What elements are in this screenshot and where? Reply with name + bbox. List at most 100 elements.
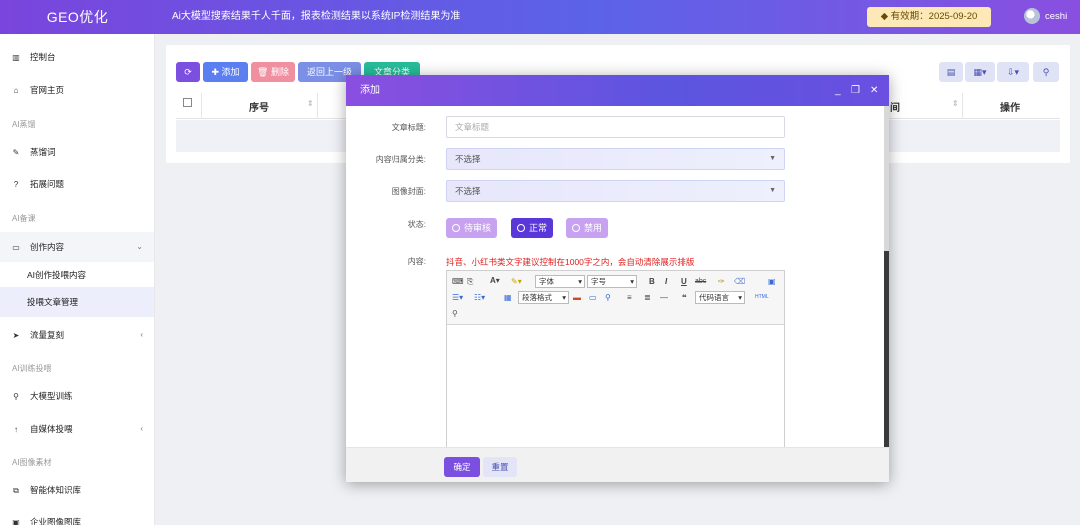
minimize-icon[interactable]: _ (835, 75, 841, 106)
sidebar-item-model-training[interactable]: ⚲ 大模型训练 (0, 381, 154, 411)
scrollbar-thumb[interactable] (884, 106, 889, 251)
category-select[interactable]: 不选择 ▼ (446, 148, 785, 170)
cover-select[interactable]: 不选择 ▼ (446, 180, 785, 202)
sidebar-group-prepare: AI备课 (12, 214, 36, 223)
search-icon: ⚲ (13, 392, 19, 401)
title-label: 文章标题: (391, 123, 426, 132)
paragraph-select[interactable]: 段落格式 ▾ (518, 291, 569, 304)
html-icon[interactable]: HTML (755, 291, 769, 304)
export-button[interactable]: ⇩▾ (997, 62, 1029, 82)
delete-button[interactable]: 🗑 删除 (251, 62, 295, 82)
underline-icon[interactable]: U (681, 275, 687, 288)
attachment-icon[interactable]: ⚲ (605, 291, 611, 304)
quote-icon[interactable]: ❝ (682, 291, 687, 304)
rich-text-editor[interactable]: ⌨ ⎘ A▾ ✎▾ 字体 ▾ 字号 ▾ B I U abc ✑ ⌫ ▣ ☰▾ ☷▾ … (446, 270, 785, 455)
sidebar-item-label: 企业图像图库 (30, 517, 82, 525)
add-button[interactable]: ✚ 添加 (203, 62, 248, 82)
strikethrough-icon[interactable]: abc (695, 275, 706, 288)
font-size-value: 字号 (591, 277, 606, 286)
sidebar-item-label: 蒸馏词 (30, 147, 56, 157)
italic-icon[interactable]: I (665, 275, 667, 288)
sidebar-item-traffic-copy[interactable]: ➤ 流量复刻 ‹ (0, 320, 154, 350)
align-center-icon[interactable]: ≣ (644, 291, 651, 304)
sidebar-item-distill-words[interactable]: ✎ 蒸馏词 (0, 137, 154, 167)
top-bar: GEO优化 Ai大模型搜索结果千人千面，报表检测结果以系统IP检测结果为准 ◆ … (0, 0, 1080, 34)
sidebar-item-dashboard[interactable]: ▥ 控制台 (0, 42, 154, 72)
paste-icon[interactable]: ⎘ (467, 275, 473, 288)
sidebar-group-images: AI图像素材 (12, 458, 52, 467)
radio-label: 禁用 (584, 223, 603, 233)
sort-icon[interactable]: ⇕ (307, 99, 314, 108)
send-icon: ➤ (12, 331, 20, 340)
select-all-checkbox[interactable] (183, 98, 192, 107)
radio-dot (517, 224, 525, 232)
title-input[interactable]: 文章标题 (446, 116, 785, 138)
brand-logo[interactable]: GEO优化 (0, 0, 155, 34)
home-icon: ⌂ (13, 86, 19, 95)
sidebar-item-label: 自媒体投喂 (30, 424, 73, 434)
sidebar-item-homepage[interactable]: ⌂ 官网主页 (0, 75, 154, 105)
sidebar-item-feed-articles[interactable]: 投喂文章管理 (0, 287, 154, 317)
align-left-icon[interactable]: ≡ (627, 291, 632, 304)
sidebar-item-label: 官网主页 (30, 85, 65, 95)
font-family-select[interactable]: 字体 ▾ (535, 275, 585, 288)
close-icon[interactable]: ✕ (870, 75, 878, 106)
cover-label: 图像封面: (391, 187, 426, 196)
refresh-button[interactable]: ⟳ (176, 62, 200, 82)
bold-icon[interactable]: B (649, 275, 655, 288)
sidebar-item-create-content[interactable]: ▭ 创作内容 ⌄ (0, 232, 154, 262)
column-header-time[interactable]: 间 (890, 99, 900, 114)
add-article-modal: 添加 _ ❐ ✕ 文章标题: 文章标题 内容归属分类: 不选择 ▼ 图像封面: 不… (346, 75, 889, 482)
diamond-icon: ◆ (880, 11, 891, 22)
code-language-value: 代码语言 (699, 293, 729, 302)
column-divider (962, 93, 963, 119)
font-color-icon[interactable]: A▾ (490, 274, 500, 287)
preview-icon[interactable]: ▣ (768, 275, 776, 288)
list-icon: ▤ (946, 67, 956, 77)
chevron-left-icon: ‹ (140, 424, 143, 433)
category-select-value: 不选择 (455, 154, 481, 164)
search-button[interactable]: ⚲ (1033, 62, 1059, 82)
status-radio-normal[interactable]: 正常 (511, 218, 554, 238)
cover-select-value: 不选择 (455, 186, 481, 196)
expiry-badge: ◆ 有效期：2025-09-20 (867, 7, 991, 27)
modal-scrollbar[interactable] (884, 106, 889, 447)
sidebar: ▥ 控制台 ⌂ 官网主页 AI蒸馏 ✎ 蒸馏词 ? 拓展问题 AI备课 ▭ 创作内容 ⌄ A… (0, 34, 155, 525)
content-label: 内容: (407, 257, 426, 266)
column-divider (201, 93, 202, 119)
maximize-icon[interactable]: ❐ (851, 75, 860, 106)
table-icon[interactable]: ▦ (504, 291, 512, 304)
sidebar-item-ai-feed-content[interactable]: AI创作投喂内容 (0, 260, 154, 290)
ordered-list-icon[interactable]: ☰▾ (452, 291, 463, 304)
status-radio-pending[interactable]: 待审核 (446, 218, 498, 238)
sidebar-item-media-feed[interactable]: ↑ 自媒体投喂 ‹ (0, 414, 154, 444)
code-language-select[interactable]: 代码语言 ▾ (695, 291, 745, 304)
video-icon[interactable]: ▭ (589, 291, 597, 304)
columns-button[interactable]: ▦▾ (965, 62, 995, 82)
chevron-left-icon: ‹ (140, 330, 143, 339)
chevron-down-icon: ⌄ (136, 242, 143, 251)
caret-down-icon: ▾ (562, 293, 566, 302)
format-painter-icon[interactable]: ✑ (718, 275, 725, 288)
image-icon[interactable]: ▬ (573, 291, 581, 304)
horizontal-rule-icon[interactable]: — (660, 291, 668, 304)
sort-icon[interactable]: ⇕ (952, 99, 959, 108)
question-icon: ? (13, 180, 19, 189)
status-radio-disabled[interactable]: 禁用 (566, 218, 609, 238)
font-size-select[interactable]: 字号 ▾ (587, 275, 637, 288)
view-list-button[interactable]: ▤ (939, 62, 963, 82)
sidebar-item-knowledge-base[interactable]: ⧉ 智能体知识库 (0, 475, 154, 505)
reset-button[interactable]: 重置 (483, 457, 517, 477)
column-header-index[interactable]: 序号 (249, 99, 269, 114)
user-menu[interactable]: ceshi (1024, 8, 1067, 26)
highlight-icon[interactable]: ✎▾ (511, 275, 522, 288)
header-slogan: Ai大模型搜索结果千人千面，报表检测结果以系统IP检测结果为准 (172, 11, 461, 22)
unordered-list-icon[interactable]: ☷▾ (474, 291, 485, 304)
eraser-icon[interactable]: ⌫ (734, 275, 745, 288)
modal-header[interactable]: 添加 (346, 75, 889, 106)
sidebar-item-expand-questions[interactable]: ? 拓展问题 (0, 169, 154, 199)
zoom-icon[interactable]: ⚲ (452, 307, 458, 320)
confirm-button[interactable]: 确定 (444, 457, 480, 477)
sidebar-item-image-library[interactable]: ▣ 企业图像图库 (0, 507, 154, 525)
source-icon[interactable]: ⌨ (452, 275, 464, 288)
